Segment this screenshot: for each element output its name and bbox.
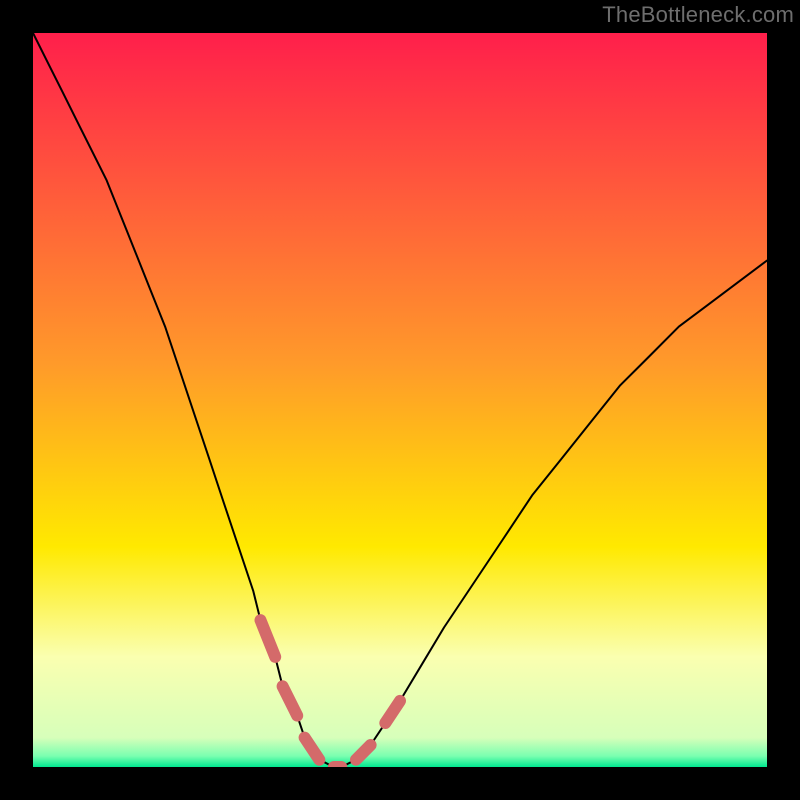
chart-frame: TheBottleneck.com [0,0,800,800]
plot-area [33,33,767,767]
gradient-background [33,33,767,767]
watermark-text: TheBottleneck.com [602,2,794,28]
chart-svg [33,33,767,767]
